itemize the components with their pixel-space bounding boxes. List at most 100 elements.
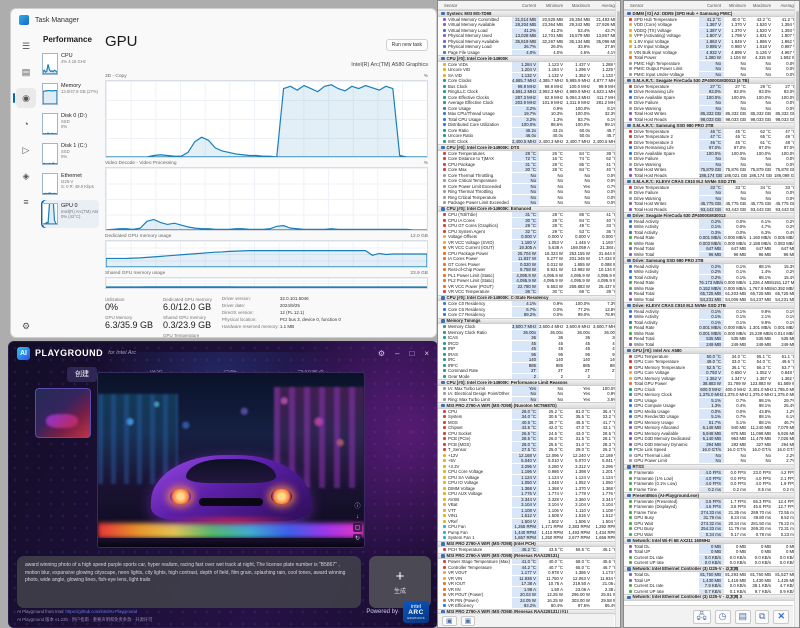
sensor-row[interactable]: VDDQ (TX) Voltage 1.387 V 1.370 V 1.520 V 1.… [624, 27, 799, 34]
sensor-row[interactable]: CPU AUX Voltage 1.776 V 1.774 V 1.778 V 1.77… [438, 491, 620, 497]
sensor-row[interactable]: Drive Temperature 27 °C 27 °C 29 °C 27 °C [624, 83, 799, 90]
task-manager-titlebar[interactable]: Task Manager [11, 9, 436, 31]
sensor-row[interactable]: CPU GT Cores (Graphics) 29 °C 28 °C 49 °C 33… [438, 223, 620, 229]
sensor-row[interactable]: Core Temperatures 28 °C 26 °C 84 °C 38 °C [438, 150, 620, 157]
sensor-row[interactable]: IA: Max Turbo Limit Yes No Yes 100.0% [438, 385, 620, 392]
window-icon[interactable]: ⧉ [755, 609, 770, 624]
column-sensor[interactable]: Sensor [624, 3, 699, 8]
sensor-row[interactable]: DIMM Voltage 1.368 V 1.368 V 1.370 V 1.368 V [438, 485, 620, 492]
sensor-row[interactable]: VR PIN (Power) 24.05 W 16.25 W 303.00 W 29.5… [438, 597, 620, 604]
sensor-row[interactable]: Core Clocks 4,885.7 MHz 4,385.7 MHz 5,985.9… [438, 78, 620, 84]
rail-users-icon[interactable]: ◈ [16, 166, 36, 186]
sensor-row[interactable]: Write Activity 0.1% 0.1% 2.1% 0.1% [624, 314, 799, 320]
sensor-row[interactable]: Chipset 43.5 °C 42.0 °C 47.0 °C 43.1 °C [438, 425, 620, 431]
sensor-row[interactable]: Uncore Ratio 46.0x 40.0x 50.0x 45.7x [438, 133, 620, 139]
sensor-row[interactable]: VR VIN 11.938 V 11.750 V 12.063 V 11.934 V [438, 575, 620, 582]
sensor-row[interactable]: Voltage Offsets 0.000 V 0.000 V 0.000 V 0.00… [438, 234, 620, 240]
sensor-row[interactable]: Write Total 54,231 MB 54,006 MB 54,237 MB 54… [624, 296, 799, 303]
sensor-row[interactable]: Virtual Memory Load 41.2% 41.2% 53.4% 43.7% [438, 27, 620, 34]
sensor-row[interactable]: Read Total 535 MB 535 MB 535 MB 535 MB [624, 336, 799, 342]
sensor-row[interactable]: VR VCC Power (POUT) 22.780 W 6.553 W 259.88… [438, 283, 620, 290]
sensor-row[interactable]: Core Distance to TjMAX 72 °C 16 °C 74 °C 62 … [438, 156, 620, 162]
sensor-row[interactable]: CPU (Tctl/Tdie) 31 °C 28 °C 85 °C 41 °C [438, 212, 620, 218]
sensor-row[interactable]: Total Activity 0.2% 0.1% 88.1% 15.4% [624, 274, 799, 281]
sensor-row[interactable]: Total UP 1,430 MB 1,419 MB 1,430 MB 1,425 MB [624, 577, 799, 584]
sensor-row[interactable]: Core Usage 3.2% 0.9% 100.0% 8.1% [438, 105, 620, 112]
sensor-row[interactable]: Core C0 Residency 4.1% 0.9% 100.0% 7.3% [438, 301, 620, 307]
sensor-row[interactable]: +3.3V 3.296 V 3.280 V 3.312 V 3.296 V [438, 463, 620, 470]
sensor-row[interactable]: GPU Thermal Limit No No No 2.2% [624, 452, 799, 459]
sensor-row[interactable]: VRef 1.504 V 1.502 V 1.506 V 1.504 V [438, 518, 620, 525]
sensor-row[interactable]: VR VCC Current (IOUT) 19.305 A 5.638 A 169.… [438, 245, 620, 251]
rail-details-icon[interactable]: ≡ [16, 192, 36, 212]
sensor-row[interactable]: Total Host Writes 85,332 GB 85,332 GB 85,33… [624, 111, 799, 117]
sensor-row[interactable]: +12V 12.168 V 12.096 V 12.240 V 12.169 V [438, 452, 620, 459]
sensor-row[interactable]: GPU Power Limit No No No 2.7% [624, 458, 799, 464]
rail-processes-icon[interactable]: ▤ [16, 62, 36, 82]
sensor-row[interactable]: VR IOUT 17.38 A 10.75 A 219.50 A 21.06 A [438, 581, 620, 587]
sensor-row[interactable]: CPU Socket 26.5 °C 24.5 °C 43.0 °C 28.6 °C [438, 430, 620, 437]
sensor-row[interactable]: 1.8V Input Voltage 1.863 V 1.849 V 1.886 V1… [624, 38, 799, 45]
sensor-row[interactable]: GPU Temperature 50.0 °C 34.0 °C 55.1 °C 51.1… [624, 353, 799, 360]
regenerate-icon[interactable]: ↻ [353, 534, 362, 543]
sensor-row[interactable]: GPU Clock 600.0 MHz 400.0 MHz 2,401.0 MHz 1,… [624, 386, 799, 393]
sensor-row[interactable]: Pump Fan 1,440 RPM 1,410 RPM 1,493 RPM 1,434… [438, 529, 620, 536]
sensor-row[interactable]: Ring: Max Turbo Limit No No Yes 3.6% [438, 396, 620, 403]
sensor-row[interactable]: VBat 3.104 V 3.104 V 3.104 V 3.104 V [438, 502, 620, 508]
sensor-row[interactable]: Drive Remaining Life 93.0% 93.0% 93.0% 93.0% [624, 89, 799, 95]
sensor-row[interactable]: Current UP rate 0.7 KB/s 0.1 KB/s 9.7 KB/s 0… [624, 588, 799, 595]
sensor-row[interactable]: Framerate (0.1% Low) 4.0 FPS 0.0 FPS 4.0 FP… [624, 481, 799, 487]
sensor-row[interactable]: Read Rate 76.173 MB/s 0.000 MB/s 1,226.4 MB… [624, 280, 799, 286]
sensor-row[interactable]: GPU Render/3D Usage 5.1% 0.7% 88.1% 6.1% [624, 414, 799, 420]
fullscreen-icon[interactable]: ▢ [353, 523, 362, 532]
sensor-row[interactable]: Core Effective Clocks 287.3 MHz 62.9 MHz 5,… [438, 94, 620, 101]
sensor-row[interactable]: tRAS95959595 [438, 351, 620, 358]
sensor-row[interactable]: VR VCC Voltage (SVID) 1.180 V 1.053 V 1.445… [438, 239, 620, 246]
sensor-row[interactable]: Total UP 0 MB 0 MB 0 MB 0 MB [624, 549, 799, 555]
sensor-row[interactable]: Drive Available Spare 100.0% 100.0% 100.0% 1… [624, 150, 799, 157]
column-maximum[interactable]: Maximum [566, 3, 593, 8]
sensor-row[interactable]: System 34.0 °C 30.5 °C 35.5 °C 33.2 °C [438, 414, 620, 420]
sensor-row[interactable]: Rest-of-Chip Power 9.758 W 8.921 W 13.982 W… [438, 267, 620, 273]
sensor-row[interactable]: Total Host Reads 93,443 GB 93,443 GB 93,443… [624, 206, 799, 213]
sensor-row[interactable]: Read Activity 0.2% 0.1% 88.1% 15.3% [624, 263, 799, 270]
github-link[interactable]: https://github.com/intel/AI-Playground [65, 609, 136, 614]
sensor-row[interactable]: Framerate (Presented) 3.6 FPS 1.7 FPS 65.3 … [624, 498, 799, 505]
column-current[interactable]: Current [699, 3, 724, 8]
sensor-row[interactable]: Total DL 0 MB 0 MB 0 MB 0 MB [624, 543, 799, 550]
sensor-group-header[interactable]: Network: Intel Ethernet Controller (3) I… [624, 594, 799, 601]
sensor-row[interactable]: Read Total 647 MB 647 MB 647 MB 647 MB [624, 246, 799, 252]
sensor-row[interactable]: Drive Temperature 2 47 °C 46 °C 65 °C 49 °C [624, 134, 799, 140]
sensor-row[interactable]: CPU Core Voltage 1.196 V 0.986 V 1.398 V 1.2… [438, 469, 620, 475]
sensor-row[interactable]: Write Activity 0.2% 0.1% 1.4% 0.2% [624, 269, 799, 275]
layout-button-1[interactable]: ▣ [442, 615, 457, 626]
sensor-row[interactable]: Core C6 Residency 6.7% 0.0% 77.2% 13.8% [438, 306, 620, 313]
sensor-row[interactable]: Drive Available Spare 100.0% 100.0% 100.0% 1… [624, 94, 799, 101]
sensor-row[interactable]: Physical Memory Load 26.7% 26.0% 33.9% 27.6% [438, 44, 620, 50]
column-minimum[interactable]: Minimum [539, 3, 566, 8]
sensor-row[interactable]: Total Host Writes 75,879 GB 75,876 GB 75,87… [624, 167, 799, 173]
sensor-row[interactable]: Framerate (Displayed) 4.6 FPS 3.8 FPS 45.6 … [624, 504, 799, 510]
sensor-row[interactable]: CPU SA Voltage 1.124 V 1.124 V 1.124 V 1.124… [438, 474, 620, 481]
sensor-row[interactable]: Write Total 249 MB 249 MB 249 MB 249 MB [624, 341, 799, 348]
close-icon[interactable]: ✕ [773, 609, 789, 624]
sensor-row[interactable]: Core Critical Temperature No No No 0.0% [438, 178, 620, 184]
sensor-row[interactable]: Frame Time 0.2 ms 0.2 ms 8.5 ms 0.2 ms [624, 486, 799, 493]
sensor-row[interactable]: CPU System Agent 32 °C 29 °C 53 °C 36 °C [438, 228, 620, 235]
sensor-row[interactable]: Distributed Core Utilization 100.0% 88.6% 1… [438, 122, 620, 128]
sensor-row[interactable]: IMC Clock 2,400.5 MHz 2,400.3 MHz 2,400.7 M… [438, 138, 620, 145]
sensor-row[interactable]: Uncore VID 1.204 V 1.184 V 1.296 V 1.229 V [438, 67, 620, 73]
footer-link-line2[interactable]: AI Playground 版本 v1.22b · 用户指南 · 重要声明和免责… [17, 616, 152, 623]
sensor-row[interactable]: Package Power Limit Exceeded No No No 0.0% [438, 200, 620, 206]
rail-startup-apps-icon[interactable]: ▷ [16, 140, 36, 160]
maximize-icon[interactable]: □ [409, 349, 414, 358]
sensor-row[interactable]: Total Activity 0.1% 0.1% 9.9% 0.1% [624, 319, 799, 326]
sensor-row[interactable]: Drive Temperature 3 46 °C 45 °C 61 °C 48 °C [624, 139, 799, 146]
sensor-row[interactable]: CPU Busy 254.33 ms 11.79 ms 269.30 ms 72.31 … [624, 526, 799, 532]
sensor-row[interactable]: Current DL rate 7.9 KB/s 0.0 KB/s 38.1 KB/s… [624, 583, 799, 589]
sensor-row[interactable]: Total Host Reads 98,033 GB 98,033 GB 98,033… [624, 116, 799, 123]
clock-icon[interactable]: ◷ [714, 609, 731, 624]
sensor-row[interactable]: Frame Time 274.33 ms 21.35 ms 289.70 ms 72.5… [624, 509, 799, 516]
minimize-icon[interactable]: – [395, 349, 399, 358]
sensor-row[interactable]: PCIe Link Speed 16.0 GT/s 16.0 GT/s 16.0 GT… [624, 447, 799, 453]
